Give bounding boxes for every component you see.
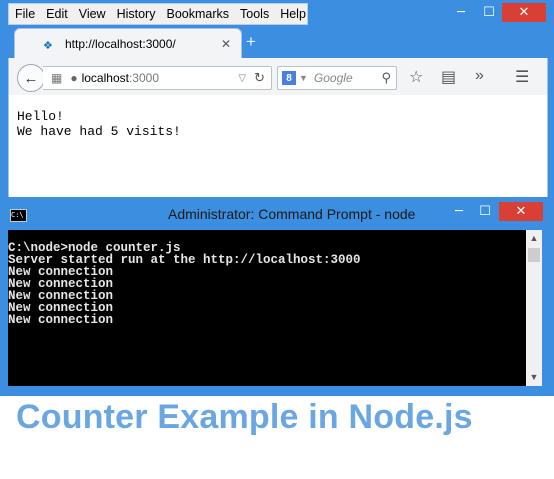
hamburger-menu-icon[interactable]: ☰ [515,67,529,87]
browser-minimize-button[interactable]: ─ [446,3,476,22]
browser-close-button[interactable]: ✕ [502,3,546,22]
menu-bookmarks[interactable]: Bookmarks [160,7,234,21]
menu-bar: File Edit View History Bookmarks Tools H… [8,3,308,25]
cmd-title-bar[interactable]: C:\ Administrator: Command Prompt - node… [0,197,554,230]
menu-tools[interactable]: Tools [234,7,274,21]
page-text-line: We have had 5 visits! [17,124,181,139]
magnifier-icon[interactable]: ⚲ [381,70,391,86]
tab-close-icon[interactable]: ✕ [221,37,231,51]
page-text-line: Hello! [17,109,64,124]
url-dropdown-icon[interactable]: ▽ [238,73,246,84]
tab-title: http://localhost:3000/ [65,37,176,51]
console-output[interactable]: C:\node>node counter.js Server started r… [8,230,526,386]
reload-icon[interactable]: ↻ [254,70,265,86]
menu-file[interactable]: File [9,7,40,21]
url-host: localhost [81,71,129,85]
url-bar[interactable]: ▦ ● localhost :3000 ▽ ↻ [43,66,272,90]
command-prompt-window: C:\ Administrator: Command Prompt - node… [0,197,554,396]
navigation-toolbar: ← ▦ ● localhost :3000 ▽ ↻ 8 ▼ Google ⚲ ☆… [8,58,548,95]
scroll-down-icon[interactable]: ▼ [526,372,542,382]
cmd-minimize-button[interactable]: ─ [446,202,472,221]
star-icon[interactable]: ☆ [409,67,423,87]
menu-help[interactable]: Help [274,7,311,21]
globe-icon: ● [70,71,78,85]
menu-history[interactable]: History [111,7,161,21]
console-scrollbar[interactable]: ▲ ▼ [526,230,542,386]
tab-strip: ❖ http://localhost:3000/ ✕ + [8,26,546,59]
browser-window: File Edit View History Bookmarks Tools H… [0,0,554,197]
console-line: New connection [8,313,114,327]
page-content: Hello! We have had 5 visits! [8,95,548,197]
scroll-up-icon[interactable]: ▲ [526,233,542,243]
google-icon[interactable]: 8 [282,71,296,85]
url-port: :3000 [128,71,159,85]
tab-favicon-icon: ❖ [43,40,53,52]
grid-icon[interactable]: ▦ [51,71,62,85]
browser-maximize-button[interactable]: ☐ [474,3,504,22]
overflow-icon[interactable]: » [475,67,484,85]
cmd-close-button[interactable]: ✕ [499,202,543,221]
cmd-title: Administrator: Command Prompt - node [168,206,416,222]
reading-list-icon[interactable]: ▤ [441,67,456,87]
scroll-thumb[interactable] [528,248,540,262]
back-arrow-icon[interactable]: ← [17,64,45,92]
caption-title: Counter Example in Node.js [16,398,473,436]
menu-view[interactable]: View [73,7,111,21]
tab-localhost[interactable]: ❖ http://localhost:3000/ ✕ [14,28,242,59]
new-tab-button[interactable]: + [246,32,256,52]
menu-edit[interactable]: Edit [40,7,73,21]
cmd-app-icon: C:\ [10,209,27,222]
cmd-maximize-button[interactable]: ☐ [472,202,498,221]
search-placeholder: Google [313,71,353,85]
search-engine-dropdown-icon[interactable]: ▼ [299,73,308,83]
search-bar[interactable]: 8 ▼ Google ⚲ [277,66,397,90]
